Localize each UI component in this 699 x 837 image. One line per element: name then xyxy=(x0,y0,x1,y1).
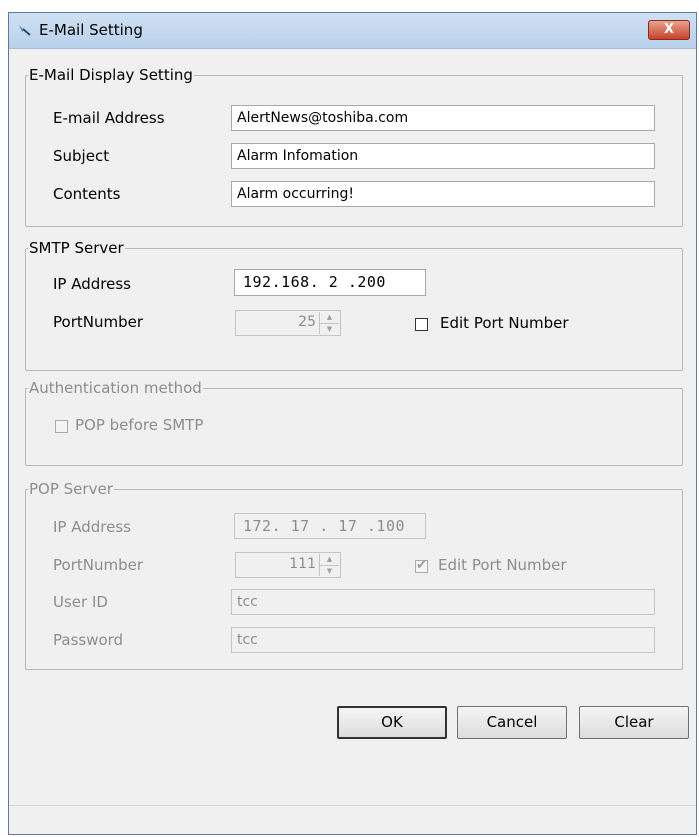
app-icon xyxy=(19,25,31,36)
checkmark-icon: ✔ xyxy=(416,558,427,573)
pop-port-label: PortNumber xyxy=(53,556,143,574)
subject-label: Subject xyxy=(53,147,110,165)
title-bar[interactable]: E-Mail Setting X xyxy=(9,13,696,49)
contents-label: Contents xyxy=(53,185,121,203)
smtp-server-group: SMTP Server xyxy=(25,240,683,371)
spin-up-icon[interactable]: ▲ xyxy=(320,312,339,323)
smtp-port-label: PortNumber xyxy=(53,313,143,331)
smtp-server-legend: SMTP Server xyxy=(29,239,124,257)
smtp-port-arrows[interactable]: ▲ ▼ xyxy=(319,312,339,334)
status-bar xyxy=(9,805,696,834)
pop-edit-port-checkbox[interactable]: ✔ xyxy=(415,558,428,573)
clear-button[interactable]: Clear xyxy=(579,706,689,739)
smtp-edit-port-checkbox[interactable] xyxy=(415,318,428,331)
email-display-legend: E-Mail Display Setting xyxy=(29,66,193,84)
pop-password-label: Password xyxy=(53,631,124,649)
pop-before-smtp-label[interactable]: POP before SMTP xyxy=(75,416,203,434)
auth-method-legend: Authentication method xyxy=(29,379,202,397)
pop-password-field[interactable]: tcc xyxy=(231,627,655,653)
cancel-button[interactable]: Cancel xyxy=(457,706,567,739)
smtp-ip-label: IP Address xyxy=(53,275,131,293)
close-icon: X xyxy=(663,22,675,37)
email-address-label: E-mail Address xyxy=(53,109,165,127)
pop-edit-port-label[interactable]: Edit Port Number xyxy=(438,556,567,574)
contents-field[interactable]: Alarm occurring! xyxy=(231,181,655,207)
pop-ip-field[interactable]: 172. 17 . 17 .100 xyxy=(234,513,426,539)
pop-ip-label: IP Address xyxy=(53,518,131,536)
subject-field[interactable]: Alarm Infomation xyxy=(231,143,655,169)
smtp-port-value: 25 xyxy=(298,314,316,330)
spin-down-icon[interactable]: ▼ xyxy=(320,323,339,335)
close-button[interactable]: X xyxy=(648,20,690,40)
spin-down-icon[interactable]: ▼ xyxy=(320,565,339,577)
smtp-ip-field[interactable]: 192.168. 2 .200 xyxy=(234,269,426,296)
pop-userid-label: User ID xyxy=(53,593,108,611)
pop-before-smtp-checkbox[interactable] xyxy=(55,420,68,433)
window-title: E-Mail Setting xyxy=(39,21,143,39)
pop-port-arrows[interactable]: ▲ ▼ xyxy=(319,554,339,576)
ok-button[interactable]: OK xyxy=(337,706,447,739)
pop-server-legend: POP Server xyxy=(29,480,113,498)
email-address-field[interactable]: AlertNews@toshiba.com xyxy=(231,105,655,131)
smtp-edit-port-label[interactable]: Edit Port Number xyxy=(440,314,569,332)
smtp-port-stepper[interactable]: 25 ▲ ▼ xyxy=(235,310,341,336)
email-setting-dialog: E-Mail Setting X E-Mail Display Setting … xyxy=(8,12,697,835)
pop-port-stepper[interactable]: 111 ▲ ▼ xyxy=(235,552,341,578)
spin-up-icon[interactable]: ▲ xyxy=(320,554,339,565)
pop-port-value: 111 xyxy=(289,556,316,572)
pop-userid-field[interactable]: tcc xyxy=(231,589,655,615)
